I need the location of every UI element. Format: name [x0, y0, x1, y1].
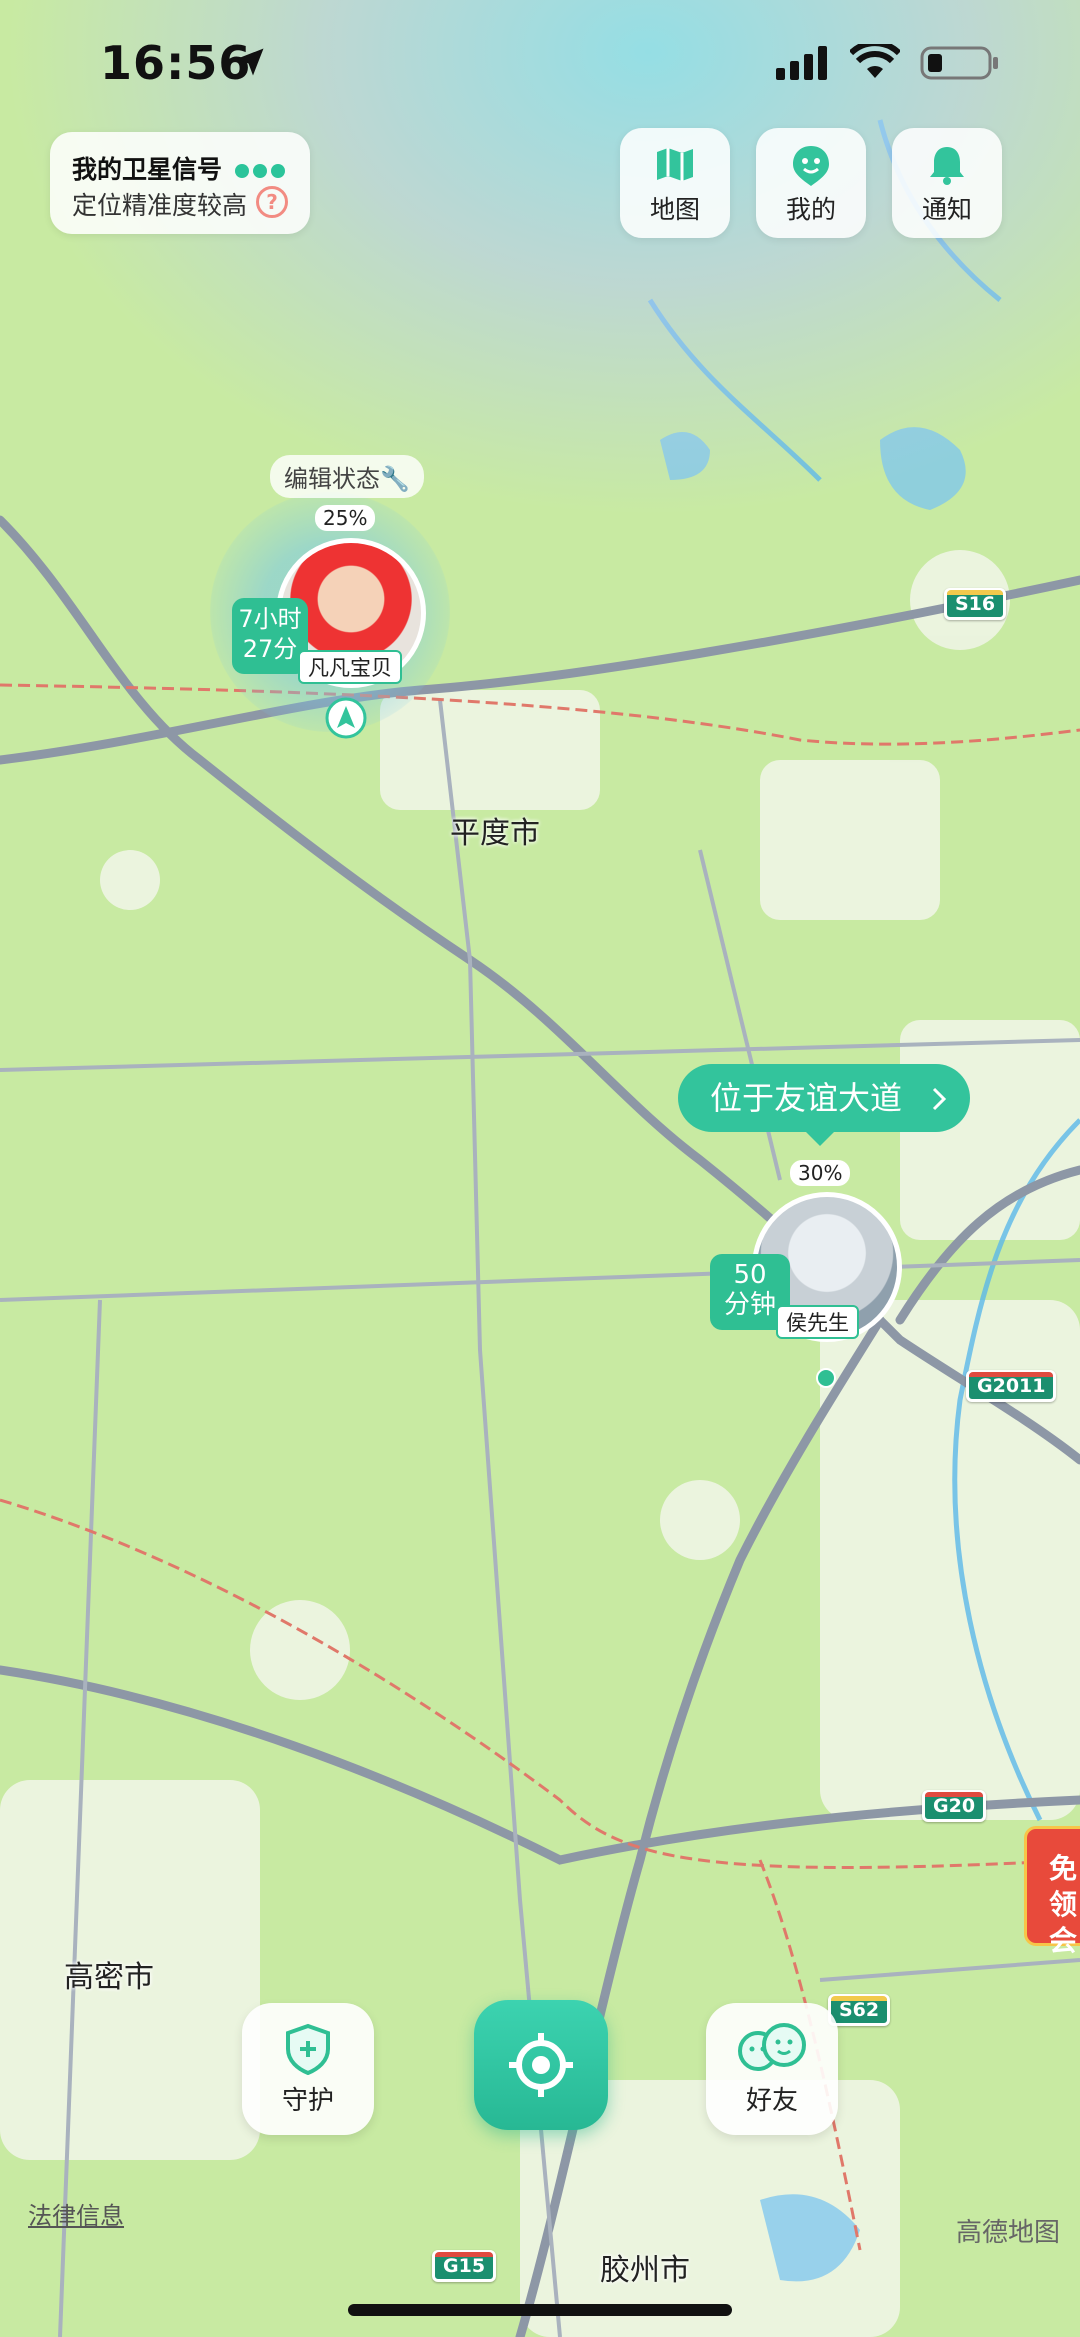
notification-button[interactable]: 通知 [892, 128, 1002, 238]
road-shield: G2011 [966, 1370, 1057, 1402]
member-name: 凡凡宝贝 [298, 650, 402, 684]
wifi-icon [850, 44, 900, 78]
satellite-title: 我的卫星信号 [72, 155, 223, 184]
road-shield: S16 [944, 588, 1007, 620]
map-provider-logo: 高德地图 [956, 2218, 1061, 2248]
member-name: 侯先生 [776, 1305, 859, 1339]
battery-badge: 25% [315, 505, 376, 531]
legal-info-link[interactable]: 法律信息 [28, 2196, 124, 2231]
mine-button-label: 我的 [785, 195, 836, 224]
duration-badge: 7小时 27分 [232, 598, 308, 674]
satellite-subtitle: 定位精准度较高 [72, 191, 248, 220]
crosshair-icon [509, 2033, 573, 2097]
shield-icon [286, 2023, 330, 2075]
city-label: 平度市 [450, 816, 540, 851]
battery-icon [920, 46, 998, 80]
notification-button-label: 通知 [921, 195, 972, 224]
guard-button[interactable]: 守护 [242, 2003, 374, 2135]
city-label: 高密市 [64, 1960, 154, 1995]
guard-label: 守护 [281, 2086, 334, 2116]
locate-me-button[interactable] [474, 2000, 608, 2130]
map-canvas[interactable] [0, 0, 1080, 2337]
location-arrow-icon [236, 48, 264, 76]
face-icon [793, 146, 829, 186]
city-label: 胶州市 [600, 2253, 690, 2288]
direction-pin-icon [325, 697, 367, 739]
signal-dots [231, 155, 285, 184]
mine-button[interactable]: 我的 [756, 128, 866, 238]
friends-button[interactable]: 好友 [706, 2003, 838, 2135]
battery-badge: 30% [790, 1160, 851, 1186]
status-time: 16:56 [100, 36, 252, 90]
road-shield: G20 [922, 1790, 987, 1822]
promo-banner[interactable]: 免领会 [1024, 1826, 1080, 1957]
signal-icon [776, 46, 827, 80]
location-dot [816, 1368, 836, 1388]
bell-icon [930, 147, 964, 185]
location-bubble[interactable]: 位于友谊大道 [678, 1064, 970, 1146]
friends-label: 好友 [745, 2086, 798, 2116]
chevron-right-icon [932, 1087, 947, 1111]
map-button[interactable]: 地图 [620, 128, 730, 238]
edit-status-button[interactable]: 编辑状态🔧 [270, 455, 424, 498]
satellite-signal-card[interactable]: 我的卫星信号 定位精准度较高 [50, 132, 310, 234]
home-indicator[interactable] [348, 2304, 732, 2316]
road-shield: G15 [432, 2250, 497, 2282]
friends-icon [738, 2023, 806, 2071]
help-icon[interactable]: ? [256, 186, 288, 218]
status-bar: 16:56 [0, 0, 1080, 130]
map-button-label: 地图 [649, 195, 700, 224]
map-icon [657, 148, 693, 181]
road-shield: S62 [828, 1994, 891, 2026]
